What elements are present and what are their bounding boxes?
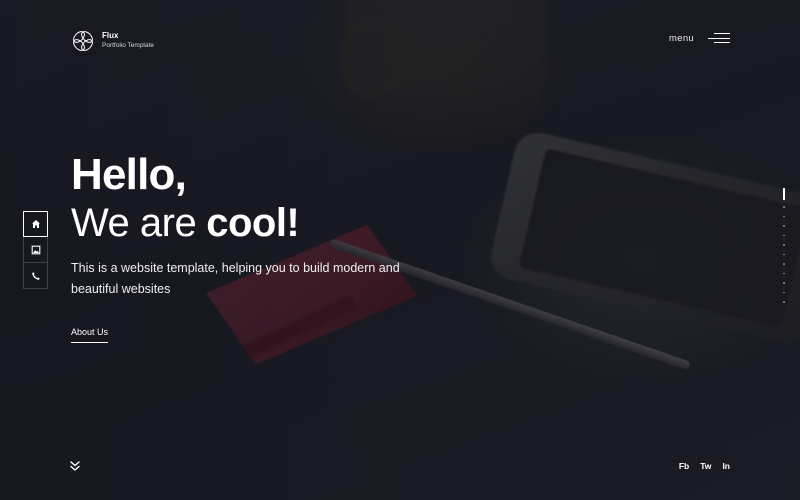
social-link-instagram[interactable]: In	[722, 461, 730, 471]
pager-dot[interactable]	[783, 282, 785, 284]
pager-dot[interactable]	[783, 272, 785, 274]
hero-heading-bold: cool!	[206, 201, 300, 245]
pager-dot[interactable]	[783, 206, 785, 208]
pager-dot[interactable]	[783, 225, 785, 227]
brand-name: Flux	[102, 31, 119, 40]
pager-dot-active[interactable]	[783, 188, 785, 200]
home-icon	[31, 220, 40, 228]
hero-section: Hello, We are cool! This is a website tem…	[71, 152, 401, 300]
pager-dot[interactable]	[783, 234, 785, 236]
section-pager	[782, 188, 786, 311]
hamburger-menu-icon	[708, 32, 730, 44]
social-links: Fb Tw In	[679, 461, 730, 471]
social-link-twitter[interactable]: Tw	[700, 461, 711, 471]
pager-dot[interactable]	[783, 263, 785, 265]
brand-logo[interactable]: Flux Portfolio Template	[70, 28, 154, 54]
image-icon	[31, 245, 40, 254]
pager-dot[interactable]	[783, 215, 785, 217]
hero-description: This is a website template, helping you …	[71, 261, 400, 296]
hero-heading-tagline: We are cool!	[71, 198, 401, 248]
brand-tagline: Portfolio Template	[102, 42, 154, 49]
menu-button[interactable]: menu	[669, 32, 730, 44]
side-nav-contact[interactable]	[23, 263, 48, 289]
side-navigation	[23, 211, 48, 289]
side-nav-gallery[interactable]	[23, 237, 48, 263]
pager-dot[interactable]	[783, 301, 785, 303]
side-nav-home[interactable]	[23, 211, 48, 237]
interlocking-loops-logo-icon	[73, 31, 93, 51]
brand-text: Flux Portfolio Template	[102, 31, 154, 51]
about-us-link[interactable]: About Us	[71, 327, 109, 343]
menu-label: menu	[669, 32, 694, 44]
double-chevron-down-icon[interactable]	[69, 460, 81, 472]
pager-dot[interactable]	[783, 253, 785, 255]
social-link-facebook[interactable]: Fb	[679, 461, 689, 471]
hero-heading-light: We are	[71, 201, 197, 245]
phone-icon	[31, 271, 40, 280]
hero-heading-greeting: Hello,	[71, 150, 187, 199]
pager-dot[interactable]	[783, 244, 785, 246]
pager-dot[interactable]	[783, 291, 785, 293]
